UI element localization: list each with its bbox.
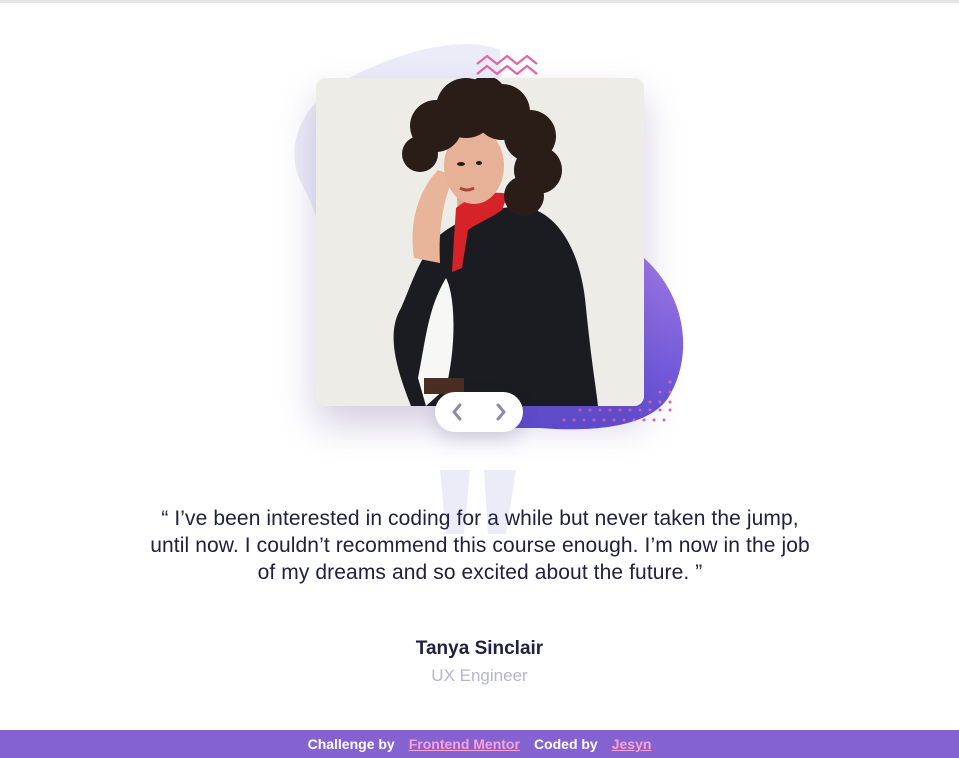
testimonial-quote: “ I’ve been interested in coding for a w… [150,507,810,584]
hero-section [0,0,959,470]
testimonial-photo [316,78,644,406]
next-button[interactable] [479,392,523,432]
author-name: Tanya Sinclair [415,638,544,659]
chevron-right-icon [496,403,506,421]
chevron-left-icon [452,403,462,421]
frontend-mentor-link[interactable]: Frontend Mentor [409,736,520,752]
author-link[interactable]: Jesyn [612,736,652,752]
coded-by-label: Coded by [533,736,598,752]
author-role: UX Engineer [431,666,528,685]
previous-button[interactable] [435,392,479,432]
challenge-label: Challenge by [307,736,395,752]
portrait-illustration [316,78,644,406]
attribution-footer: Challenge by Frontend Mentor Coded by Je… [0,730,959,758]
slider-controls [435,392,523,432]
